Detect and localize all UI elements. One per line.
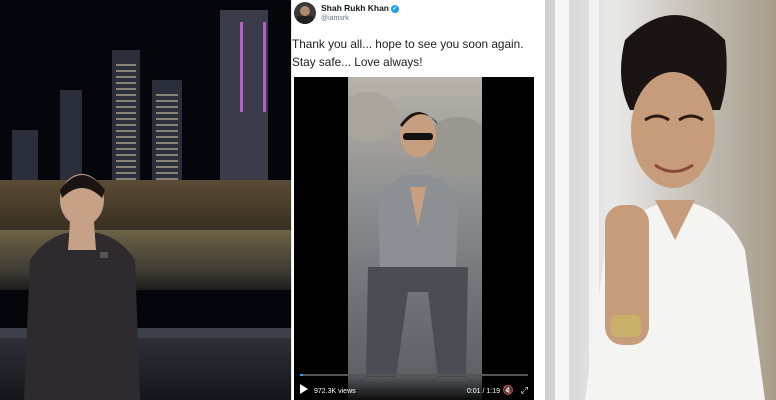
tweet-panel: Shah Rukh Khan ✓ @iamsrk Thank you all...… xyxy=(291,0,547,400)
tweet-text: Thank you all... hope to see you soon ag… xyxy=(292,37,524,69)
author-handle[interactable]: @iamsrk xyxy=(321,15,349,22)
video-progress-bar[interactable] xyxy=(300,374,528,376)
person-right xyxy=(585,15,765,400)
play-icon[interactable] xyxy=(300,384,308,394)
avatar[interactable] xyxy=(294,2,316,24)
video-controls xyxy=(294,374,534,400)
left-photo-panel xyxy=(0,0,291,400)
volume-icon[interactable]: 🔇 xyxy=(503,385,514,396)
video-time: 0:01 / 1:19 xyxy=(466,388,500,395)
video-views: 972.3K views xyxy=(314,388,356,395)
tweet-header: Shah Rukh Khan ✓ @iamsrk xyxy=(292,0,546,30)
neon-sign xyxy=(240,22,266,112)
author-name: Shah Rukh Khan xyxy=(321,3,390,13)
tweet-author[interactable]: Shah Rukh Khan ✓ xyxy=(321,3,400,13)
right-photo-panel xyxy=(545,0,776,400)
avatar-image xyxy=(297,6,313,24)
video-frame xyxy=(348,77,482,400)
verified-badge-icon: ✓ xyxy=(391,4,400,13)
person-left xyxy=(24,174,140,400)
fullscreen-icon[interactable]: ⤢ xyxy=(521,385,528,396)
video-progress-fill xyxy=(300,374,303,376)
video-person xyxy=(348,92,482,377)
video-player[interactable]: 972.3K views 0:01 / 1:19 🔇 ⤢ xyxy=(294,77,534,400)
